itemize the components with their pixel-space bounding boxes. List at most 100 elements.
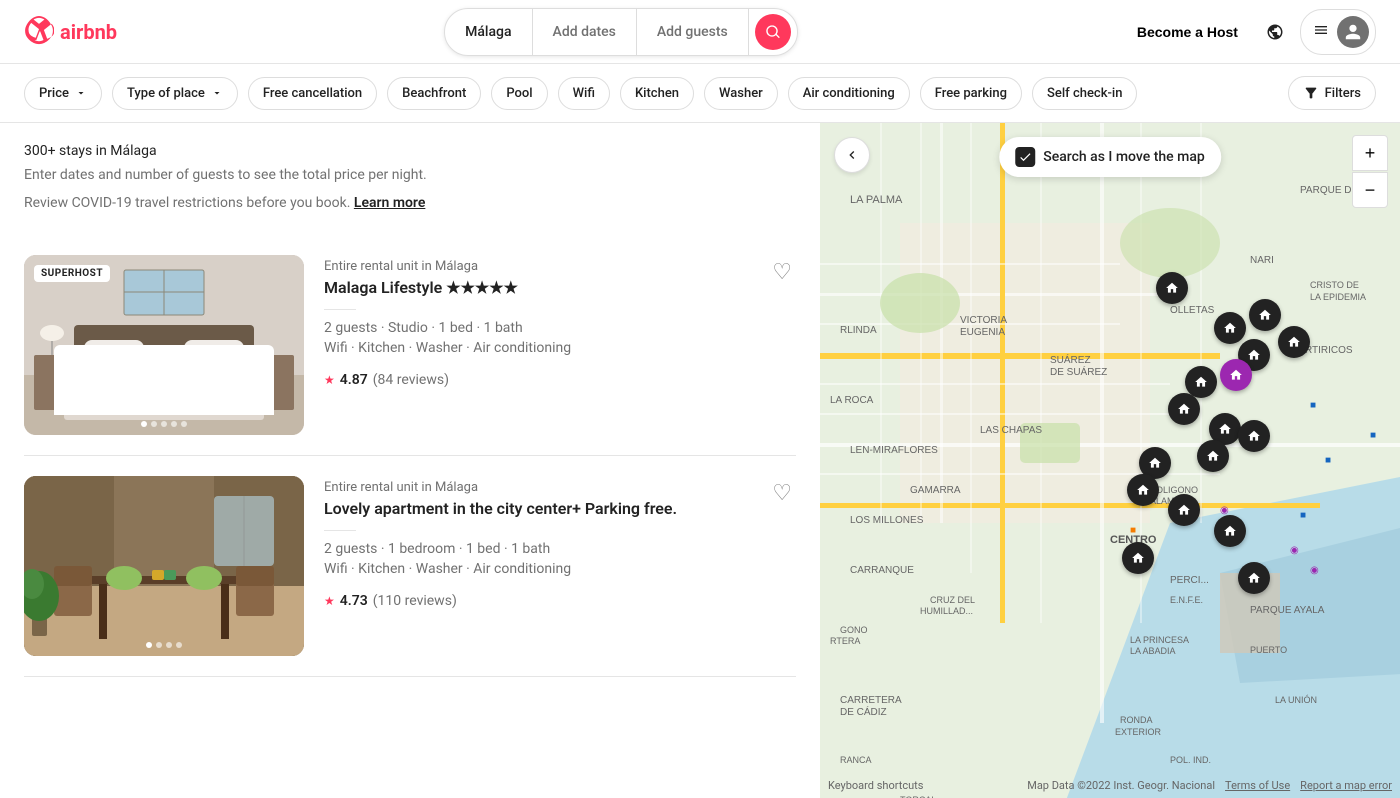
- search-dates[interactable]: Add dates: [533, 9, 637, 55]
- beachfront-label: Beachfront: [402, 86, 466, 101]
- listing-rating-1: ★ 4.87 (84 reviews): [324, 372, 796, 388]
- learn-more-link[interactable]: Learn more: [354, 195, 425, 211]
- main-layout: 300+ stays in Málaga Enter dates and num…: [0, 123, 1400, 798]
- results-hint: Enter dates and number of guests to see …: [24, 167, 796, 183]
- wishlist-button-1[interactable]: ♡: [772, 259, 792, 285]
- type-of-place-filter[interactable]: Type of place: [112, 77, 238, 110]
- pool-chip[interactable]: Pool: [491, 77, 547, 110]
- map-pin-14[interactable]: [1168, 494, 1200, 526]
- listing-image-wrap-1: SUPERHOST: [24, 255, 304, 435]
- map-pin-11[interactable]: [1197, 440, 1229, 472]
- svg-text:CRUZ DEL: CRUZ DEL: [930, 595, 975, 605]
- map-collapse-button[interactable]: [834, 137, 870, 173]
- listing-amenities-1: Wifi · Kitchen · Washer · Air conditioni…: [324, 340, 796, 356]
- svg-text:LA EPIDEMIA: LA EPIDEMIA: [1310, 292, 1366, 302]
- free-parking-chip[interactable]: Free parking: [920, 77, 1022, 110]
- air-conditioning-chip[interactable]: Air conditioning: [788, 77, 910, 110]
- airbnb-logo-icon: [24, 15, 54, 49]
- dot-1: [141, 421, 147, 427]
- svg-text:GAMARRA: GAMARRA: [910, 485, 961, 496]
- map-panel[interactable]: LA PALMA PARQUE DEL SUR OLLETAS NARI RLI…: [820, 123, 1400, 798]
- filter-bar: Price Type of place Free cancellation Be…: [0, 64, 1400, 123]
- map-pin-8[interactable]: [1168, 393, 1200, 425]
- svg-text:EXTERIOR: EXTERIOR: [1115, 727, 1162, 737]
- search-guests[interactable]: Add guests: [637, 9, 749, 55]
- washer-chip[interactable]: Washer: [704, 77, 778, 110]
- map-pin-16[interactable]: [1122, 542, 1154, 574]
- svg-text:■: ■: [1370, 430, 1376, 441]
- dot-2: [151, 421, 157, 427]
- listing-type-1: Entire rental unit in Málaga: [324, 259, 796, 274]
- map-pin-1[interactable]: [1156, 272, 1188, 304]
- map-data-text: Map Data ©2022 Inst. Geogr. Nacional: [1027, 779, 1215, 792]
- svg-text:HUMILLAD...: HUMILLAD...: [920, 606, 973, 616]
- map-pin-17[interactable]: [1238, 562, 1270, 594]
- filters-button[interactable]: Filters: [1288, 76, 1376, 110]
- dot-4: [171, 421, 177, 427]
- map-pin-4[interactable]: [1278, 326, 1310, 358]
- search-as-move-toggle[interactable]: Search as I move the map: [999, 137, 1221, 177]
- svg-text:LA ROCA: LA ROCA: [830, 395, 874, 406]
- map-pin-10[interactable]: [1238, 420, 1270, 452]
- map-zoom-controls: + −: [1352, 135, 1388, 208]
- guests-text: Add guests: [657, 24, 728, 40]
- svg-text:PARQUE AYALA: PARQUE AYALA: [1250, 605, 1325, 616]
- svg-text:◉: ◉: [1310, 565, 1319, 576]
- kitchen-chip[interactable]: Kitchen: [620, 77, 694, 110]
- listing-title-2[interactable]: Lovely apartment in the city center+ Par…: [324, 499, 796, 518]
- dot-5: [181, 421, 187, 427]
- self-check-in-label: Self check-in: [1047, 86, 1122, 101]
- search-bar: Málaga Add dates Add guests: [444, 8, 798, 56]
- svg-text:EUGENIA: EUGENIA: [960, 327, 1005, 338]
- logo[interactable]: airbnb: [24, 15, 117, 49]
- svg-text:RANCA: RANCA: [840, 755, 872, 765]
- listing-title-1[interactable]: Malaga Lifestyle ★★★★★: [324, 278, 796, 297]
- listing-meta-2: 2 guests · 1 bedroom · 1 bed · 1 bath: [324, 541, 796, 557]
- listing-card-2: Entire rental unit in Málaga Lovely apar…: [24, 456, 796, 677]
- terms-link[interactable]: Terms of Use: [1225, 779, 1290, 792]
- free-cancellation-chip[interactable]: Free cancellation: [248, 77, 377, 110]
- svg-text:CRISTO DE: CRISTO DE: [1310, 280, 1359, 290]
- wifi-label: Wifi: [573, 86, 595, 101]
- become-host-button[interactable]: Become a Host: [1125, 16, 1250, 48]
- svg-text:LOS MILLONES: LOS MILLONES: [850, 515, 924, 526]
- map-footer: Keyboard shortcuts Map Data ©2022 Inst. …: [820, 779, 1400, 792]
- price-filter[interactable]: Price: [24, 77, 102, 110]
- dot-3: [161, 421, 167, 427]
- filters-icon: [1303, 85, 1319, 101]
- logo-text: airbnb: [60, 20, 117, 44]
- search-location[interactable]: Málaga: [445, 9, 532, 55]
- listing-image-1[interactable]: [24, 255, 304, 435]
- svg-text:LA UNIÓN: LA UNIÓN: [1275, 695, 1317, 705]
- star-icon-2: ★: [324, 594, 335, 608]
- map-pin-3[interactable]: [1249, 299, 1281, 331]
- dot-2-4: [176, 642, 182, 648]
- free-parking-label: Free parking: [935, 86, 1007, 101]
- listing-image-2[interactable]: [24, 476, 304, 656]
- globe-icon[interactable]: [1258, 15, 1292, 49]
- svg-text:■: ■: [1325, 455, 1331, 466]
- zoom-in-button[interactable]: +: [1352, 135, 1388, 171]
- wifi-chip[interactable]: Wifi: [558, 77, 610, 110]
- svg-text:CARRANQUE: CARRANQUE: [850, 565, 914, 576]
- header: airbnb Málaga Add dates Add guests Becom…: [0, 0, 1400, 64]
- beachfront-chip[interactable]: Beachfront: [387, 77, 481, 110]
- report-link[interactable]: Report a map error: [1300, 779, 1392, 792]
- map-pin-15[interactable]: [1214, 515, 1246, 547]
- svg-text:GONO: GONO: [840, 625, 868, 635]
- svg-text:LA PALMA: LA PALMA: [850, 194, 903, 206]
- svg-text:◉: ◉: [1290, 545, 1299, 556]
- free-cancellation-label: Free cancellation: [263, 86, 362, 101]
- keyboard-shortcuts-link[interactable]: Keyboard shortcuts: [828, 779, 923, 792]
- listing-amenities-2: Wifi · Kitchen · Washer · Air conditioni…: [324, 561, 796, 577]
- header-right: Become a Host: [1125, 9, 1376, 55]
- search-button[interactable]: [755, 14, 791, 50]
- wishlist-button-2[interactable]: ♡: [772, 480, 792, 506]
- self-check-in-chip[interactable]: Self check-in: [1032, 77, 1137, 110]
- user-menu[interactable]: [1300, 9, 1376, 55]
- chevron-down-icon: [75, 87, 87, 99]
- listing-info-2: Entire rental unit in Málaga Lovely apar…: [324, 476, 796, 656]
- zoom-out-button[interactable]: −: [1352, 172, 1388, 208]
- results-count: 300+ stays in Málaga: [24, 143, 796, 159]
- map-footer-links: Map Data ©2022 Inst. Geogr. Nacional Ter…: [1027, 779, 1392, 792]
